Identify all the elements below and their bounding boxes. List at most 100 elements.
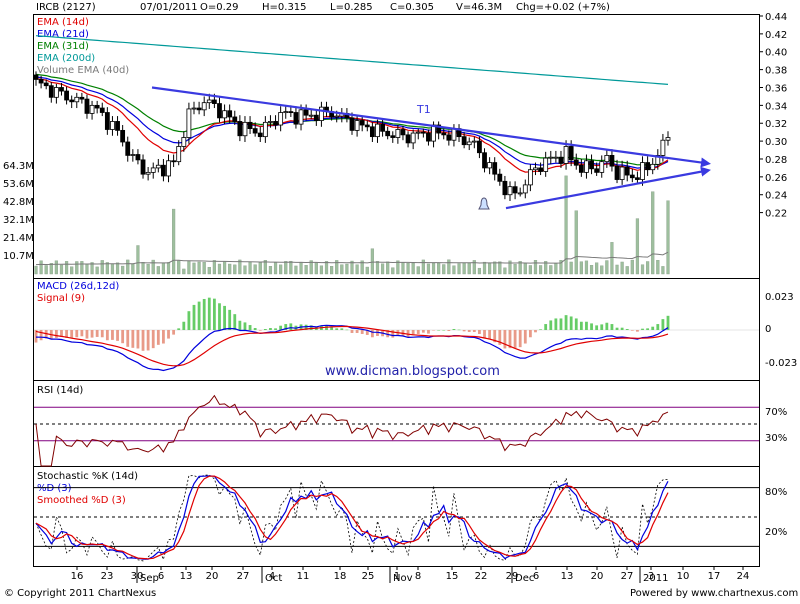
candle-body bbox=[278, 112, 284, 126]
candle-body bbox=[283, 111, 289, 114]
volume-bar bbox=[197, 261, 201, 275]
volume-bar bbox=[131, 263, 135, 275]
candle-body bbox=[578, 164, 584, 173]
candle-body bbox=[99, 107, 105, 113]
macd-histogram-bar bbox=[452, 329, 456, 330]
volume-bar bbox=[314, 262, 318, 275]
legend-signal: Signal (9) bbox=[37, 293, 85, 304]
volume-bar bbox=[488, 263, 492, 275]
macd-histogram-bar bbox=[345, 329, 349, 331]
candle-body bbox=[538, 167, 543, 172]
macd-histogram-bar bbox=[111, 330, 114, 340]
macd-histogram-bar bbox=[151, 330, 155, 349]
watermark: www.dicman.blogspot.com bbox=[325, 364, 500, 379]
macd-histogram-bar bbox=[218, 303, 221, 330]
macd-histogram-bar bbox=[467, 330, 471, 332]
volume-bar bbox=[442, 264, 446, 275]
macd-histogram-bar bbox=[370, 330, 374, 338]
volume-bar bbox=[243, 265, 247, 275]
macd-histogram-bar bbox=[289, 323, 293, 330]
stoch-tick-80: 80% bbox=[765, 487, 787, 498]
legend-volume-ema: Volume EMA (40d) bbox=[37, 65, 129, 76]
macd-histogram-bar bbox=[75, 330, 79, 338]
volume-bar bbox=[589, 265, 594, 275]
candle-body bbox=[288, 111, 294, 114]
x-tick-label: 25 bbox=[362, 571, 375, 582]
candle-body bbox=[201, 102, 207, 111]
candle-body bbox=[497, 173, 503, 182]
macd-histogram-bar bbox=[54, 330, 58, 338]
volume-bar bbox=[538, 265, 543, 275]
volume-bar bbox=[268, 266, 273, 275]
candle-body bbox=[543, 157, 549, 172]
macd-histogram-bar bbox=[625, 329, 629, 330]
month-label: 2011 bbox=[643, 573, 668, 584]
copyright: © Copyright 2011 ChartNexus bbox=[4, 588, 156, 599]
candle-body bbox=[74, 96, 80, 103]
candle-body bbox=[64, 90, 69, 101]
macd-histogram-bar bbox=[100, 330, 104, 338]
candle-body bbox=[604, 155, 610, 163]
candle-body bbox=[619, 166, 625, 180]
macd-histogram-bar bbox=[478, 330, 481, 334]
candle-body bbox=[614, 165, 620, 180]
candle-body bbox=[527, 169, 533, 186]
candle-body bbox=[150, 167, 156, 173]
volume-bar bbox=[294, 265, 298, 275]
macd-histogram-bar bbox=[457, 329, 461, 331]
price-tick-label: 0.32 bbox=[765, 119, 787, 130]
volume-bar bbox=[34, 265, 38, 275]
x-tick-label: 15 bbox=[446, 571, 459, 582]
volume-bar bbox=[299, 261, 303, 275]
candle-body bbox=[135, 154, 141, 161]
candle-body bbox=[568, 146, 574, 161]
volume-bar bbox=[289, 260, 293, 275]
candle-body bbox=[512, 186, 518, 194]
macd-histogram-bar bbox=[105, 330, 109, 341]
volume-bar bbox=[431, 263, 436, 275]
macd-histogram-bar bbox=[656, 324, 660, 330]
candle-body bbox=[273, 121, 278, 126]
macd-tick-zero: 0 bbox=[765, 324, 771, 335]
volume-bar bbox=[187, 261, 191, 275]
volume-bar bbox=[258, 262, 262, 275]
x-tick-label: 18 bbox=[334, 571, 347, 582]
volume-bar bbox=[345, 263, 349, 275]
volume-bar bbox=[666, 200, 670, 275]
volume-bar bbox=[177, 260, 181, 275]
macd-histogram-bar bbox=[564, 315, 568, 330]
macd-histogram-bar bbox=[269, 328, 272, 330]
candle-body bbox=[196, 107, 202, 111]
legend-ema14: EMA (14d) bbox=[37, 17, 89, 28]
candle-body bbox=[191, 107, 197, 110]
x-tick-label: 16 bbox=[71, 571, 84, 582]
stoch-tick-20: 20% bbox=[765, 527, 787, 538]
candle-body bbox=[405, 134, 411, 144]
macd-histogram-bar bbox=[615, 327, 619, 330]
candle-body bbox=[517, 192, 523, 195]
volume-tick-64: 64.3M bbox=[3, 161, 34, 172]
candle-body bbox=[79, 96, 85, 100]
macd-histogram-bar bbox=[90, 330, 94, 338]
legend-stoch-k: Stochastic %K (14d) bbox=[37, 471, 138, 482]
macd-histogram-bar bbox=[350, 330, 354, 333]
candle-body bbox=[334, 115, 340, 118]
candle-body bbox=[140, 159, 146, 175]
volume-bar bbox=[477, 267, 482, 275]
price-tick-label: 0.24 bbox=[765, 191, 787, 202]
candle-body bbox=[48, 85, 54, 98]
volume-bar bbox=[579, 261, 583, 275]
legend-macd: MACD (26d,12d) bbox=[37, 281, 119, 292]
x-tick-label: 24 bbox=[737, 571, 750, 582]
macd-histogram-bar bbox=[661, 319, 665, 330]
macd-histogram-bar bbox=[442, 330, 446, 331]
candle-body bbox=[533, 167, 538, 171]
macd-histogram-bar bbox=[549, 320, 553, 330]
candle-body bbox=[390, 135, 396, 138]
stock-chart: IRCB (2127) 07/01/2011 O=0.29 H=0.315 L=… bbox=[3, 2, 798, 599]
price-tick-label: 0.44 bbox=[765, 12, 787, 23]
month-label: Dec bbox=[515, 573, 534, 584]
candle-body bbox=[232, 116, 238, 122]
candle-body bbox=[217, 103, 222, 119]
candle-body bbox=[252, 128, 258, 134]
